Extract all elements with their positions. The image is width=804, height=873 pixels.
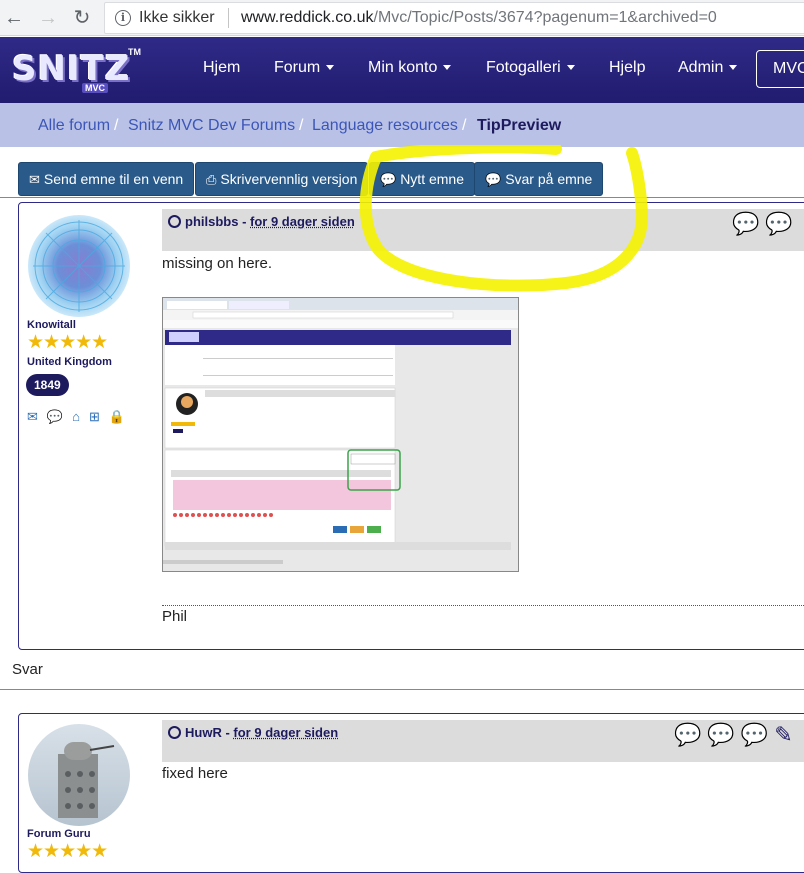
avatar — [28, 215, 130, 317]
user-actions: ✉ 💬 ⌂ ⊞ 🔒 — [27, 409, 134, 425]
divider — [0, 197, 804, 198]
user-country: United Kingdom — [27, 356, 112, 368]
url-text[interactable]: www.reddick.co.uk/Mvc/Topic/Posts/3674?p… — [241, 9, 717, 27]
send-to-friend-button[interactable]: ✉ Send emne til en venn — [18, 162, 195, 196]
url-path: /Mvc/Topic/Posts/3674?pagenum=1&archived… — [373, 9, 717, 26]
nav-admin[interactable]: Admin — [678, 59, 738, 77]
forward-arrow-icon[interactable]: → — [36, 6, 60, 30]
lock-icon[interactable]: 🔒 — [109, 409, 125, 424]
new-topic-button[interactable]: 💬 Nytt emne — [369, 162, 475, 196]
rank-stars: ★★★★★ — [27, 841, 108, 862]
print-label: Skrivervennlig versjon — [220, 171, 358, 187]
nav-forum-label: Forum — [274, 59, 321, 76]
reply-label[interactable]: Svar — [12, 661, 43, 678]
post-count-badge: 1849 — [26, 374, 69, 396]
url-host: www.reddick.co.uk — [241, 9, 374, 26]
chevron-down-icon — [443, 65, 452, 71]
send-to-friend-label: Send emne til en venn — [43, 171, 184, 187]
edit-icon[interactable]: ✎ — [774, 722, 798, 747]
comments-icon: 💬 — [485, 172, 502, 187]
nav-forum[interactable]: Forum — [274, 59, 335, 77]
back-arrow-icon[interactable]: ← — [2, 6, 26, 30]
address-bar[interactable]: i Ikke sikker www.reddick.co.uk/Mvc/Topi… — [104, 2, 804, 34]
nav-home[interactable]: Hjem — [203, 59, 240, 77]
reply-topic-button[interactable]: 💬 Svar på emne — [474, 162, 604, 196]
printer-icon: ⎙ — [206, 172, 217, 187]
new-topic-label: Nytt emne — [400, 171, 464, 187]
breadcrumb-separator: / — [114, 117, 119, 134]
nav-help[interactable]: Hjelp — [609, 59, 645, 77]
post-header: HuwR - for 9 dager siden 💬💬💬✎ — [162, 720, 804, 762]
envelope-icon: ✉ — [29, 172, 40, 187]
address-separator — [228, 8, 229, 28]
home-icon[interactable]: ⌂ — [72, 409, 80, 424]
post-time: for 9 dager siden — [233, 725, 339, 740]
comments-icon[interactable]: 💬 — [707, 722, 740, 747]
sitemap-icon[interactable]: ⊞ — [89, 409, 100, 424]
post-author[interactable]: philsbbs — [185, 214, 238, 229]
comments-icon[interactable]: 💬 — [765, 211, 798, 236]
theme-button[interactable]: MVC — [756, 50, 804, 88]
post: Forum Guru ★★★★★ HuwR - for 9 dager side… — [18, 713, 804, 873]
breadcrumb: Alle forum / Snitz MVC Dev Forums / Lang… — [0, 103, 804, 147]
screenshot-thumbnail — [163, 298, 518, 588]
avatar-pattern — [33, 220, 125, 312]
chevron-down-icon — [566, 65, 575, 71]
comment-dots-icon[interactable]: 💬 — [741, 722, 774, 747]
breadcrumb-current: TipPreview — [477, 117, 562, 134]
post-author[interactable]: HuwR — [185, 725, 222, 740]
signature-divider — [162, 605, 804, 606]
post-author-line: HuwR - for 9 dager siden — [185, 725, 338, 740]
user-rank: Forum Guru — [27, 828, 91, 840]
chat-icon[interactable]: 💬 — [47, 409, 63, 424]
post-body: missing on here. — [162, 255, 273, 272]
breadcrumb-separator: / — [462, 117, 467, 134]
post-separator: - — [221, 725, 234, 740]
post-separator: - — [238, 214, 251, 229]
nav-admin-label: Admin — [678, 59, 724, 76]
nav-my-account-label: Min konto — [368, 59, 438, 76]
envelope-icon[interactable]: ✉ — [27, 409, 38, 424]
post: Knowitall ★★★★★ United Kingdom 1849 ✉ 💬 ⌂ ⊞… — [18, 202, 804, 650]
nav-photo-gallery-label: Fotogalleri — [486, 59, 561, 76]
nav-photo-gallery[interactable]: Fotogalleri — [486, 59, 575, 77]
comment-icon[interactable]: 💬 — [674, 722, 707, 747]
post-author-line: philsbbs - for 9 dager siden — [185, 214, 355, 229]
post-body: fixed here — [162, 765, 228, 782]
nav-my-account[interactable]: Min konto — [368, 59, 452, 77]
chevron-down-icon — [729, 65, 738, 71]
comment-icon: 💬 — [380, 172, 397, 187]
post-time: for 9 dager siden — [250, 214, 355, 229]
post-signature: Phil — [162, 608, 188, 625]
post-image[interactable] — [162, 297, 519, 588]
breadcrumb-language-resources[interactable]: Language resources — [312, 117, 458, 135]
post-tools: 💬💬 — [732, 211, 799, 237]
divider — [0, 689, 804, 690]
logo-tm: TM — [128, 47, 141, 57]
print-button[interactable]: ⎙ Skrivervennlig versjon — [195, 162, 369, 196]
clock-icon — [168, 726, 181, 739]
post-tools: 💬💬💬✎ — [674, 722, 799, 748]
breadcrumb-all-forums[interactable]: Alle forum — [38, 117, 110, 135]
site-navbar: SNITZ MVC TM Hjem Forum Min konto Fotoga… — [0, 37, 804, 103]
clock-icon — [168, 215, 181, 228]
logo-text: SNITZ — [12, 49, 131, 89]
comment-icon[interactable]: 💬 — [732, 211, 765, 236]
reload-icon[interactable]: ↻ — [70, 6, 94, 30]
security-label[interactable]: Ikke sikker — [139, 9, 215, 27]
post-header: philsbbs - for 9 dager siden 💬💬 — [162, 209, 804, 251]
breadcrumb-dev-forums[interactable]: Snitz MVC Dev Forums — [128, 117, 295, 135]
reply-topic-label: Svar på emne — [505, 171, 593, 187]
browser-toolbar: ← → ↻ i Ikke sikker www.reddick.co.uk/Mv… — [0, 0, 804, 36]
logo-sub: MVC — [82, 83, 108, 93]
avatar — [28, 724, 130, 826]
user-rank: Knowitall — [27, 319, 76, 331]
breadcrumb-separator: / — [299, 117, 304, 134]
info-icon[interactable]: i — [115, 10, 131, 26]
chevron-down-icon — [326, 65, 335, 71]
avatar-dalek — [58, 742, 115, 818]
site-logo[interactable]: SNITZ MVC TM — [10, 45, 141, 95]
rank-stars: ★★★★★ — [27, 332, 108, 353]
